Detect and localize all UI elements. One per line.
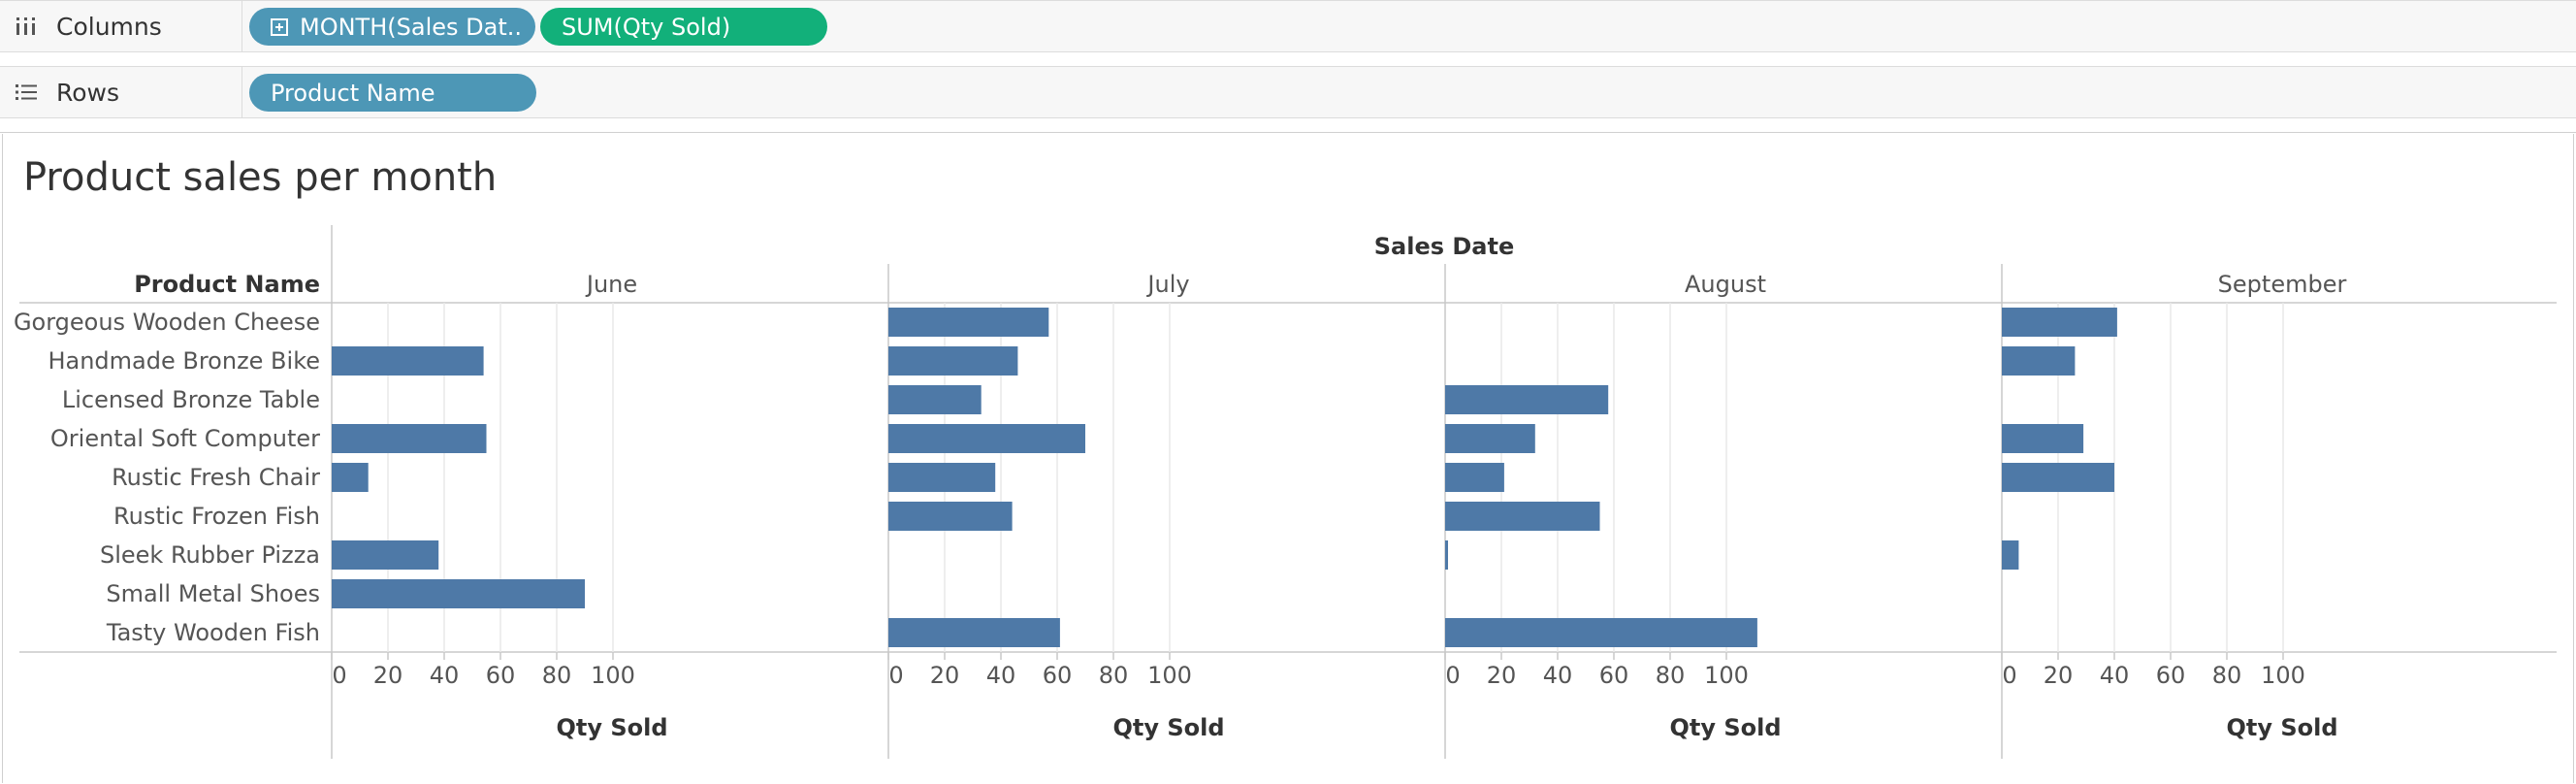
columns-label: Columns [56, 12, 162, 41]
pill-text: Product Name [271, 79, 435, 107]
product-name-pill[interactable]: Product Name [249, 74, 536, 112]
chart-title: Product sales per month [23, 155, 498, 200]
sum-qty-sold-pill[interactable]: SUM(Qty Sold) [540, 8, 827, 46]
rows-list-icon [14, 80, 39, 105]
columns-icon [14, 14, 39, 39]
month-sales-date-pill[interactable]: MONTH(Sales Dat.. [249, 8, 535, 46]
expand-plus-icon[interactable] [271, 17, 288, 36]
rows-shelf-label-area: Rows [0, 67, 242, 117]
pill-text: SUM(Qty Sold) [562, 13, 731, 41]
columns-shelf: Columns MONTH(Sales Dat.. SUM(Qty Sold) [0, 0, 2576, 52]
chart-area [0, 132, 2576, 784]
pill-text: MONTH(Sales Dat.. [300, 13, 522, 41]
rows-label: Rows [56, 78, 120, 107]
columns-shelf-label-area: Columns [0, 1, 242, 51]
rows-shelf: Rows Product Name [0, 66, 2576, 118]
